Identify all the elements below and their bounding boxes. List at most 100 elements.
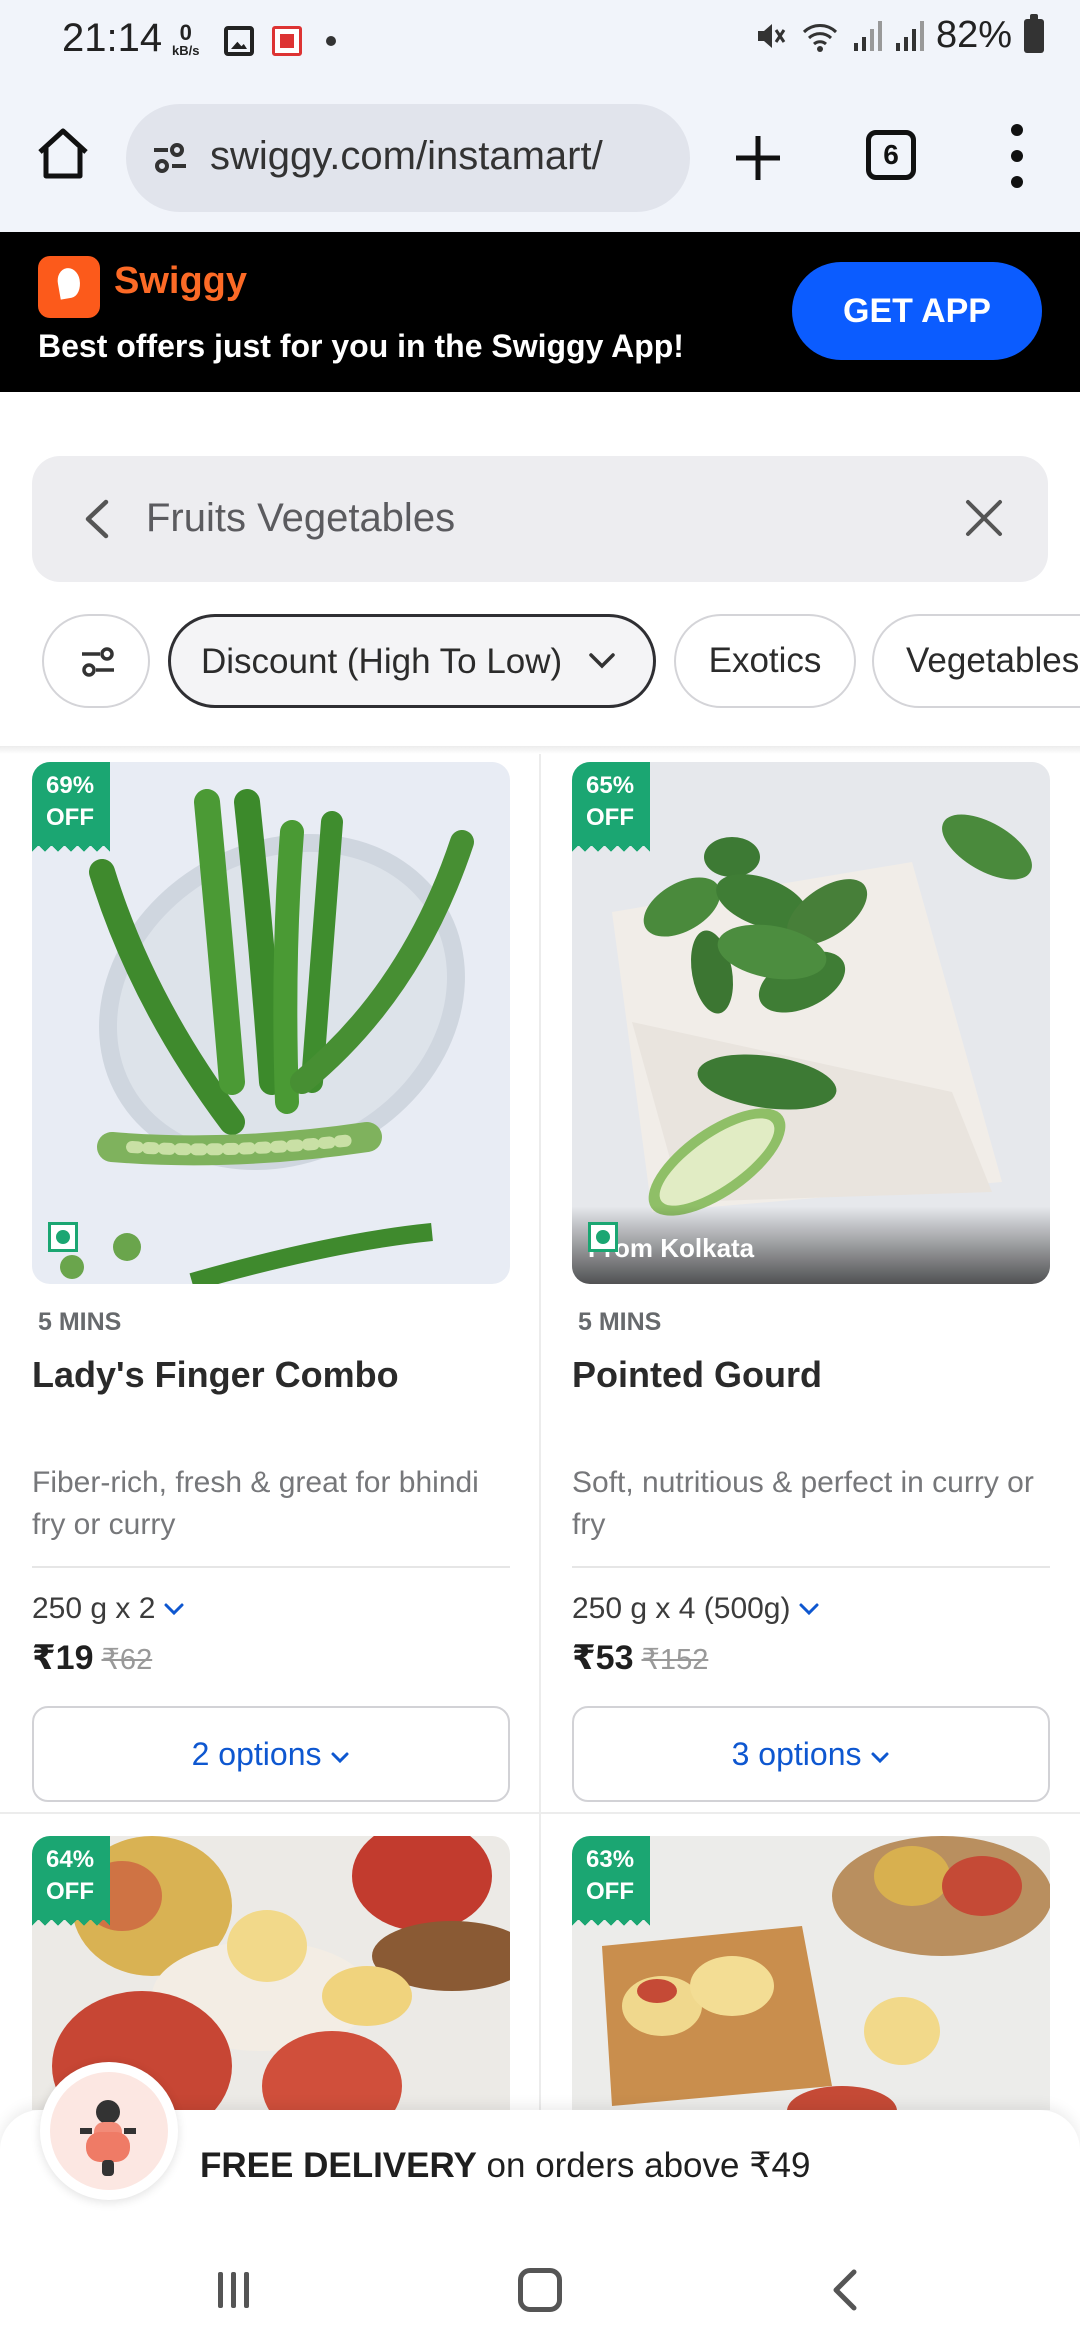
wifi-icon — [802, 23, 837, 52]
product-description: Soft, nutritious & perfect in curry or f… — [572, 1466, 1034, 1541]
discount-percent: 65% — [586, 772, 635, 799]
price-block: ₹53 ₹152 — [572, 1638, 708, 1678]
mute-icon — [757, 23, 786, 48]
discount-badge: 69% OFF — [32, 762, 110, 854]
swiggy-brand-name: Swiggy — [114, 260, 248, 302]
origin-overlay: From Kolkata — [572, 1206, 1050, 1284]
search-input[interactable]: Fruits Vegetables — [32, 456, 1048, 582]
status-right-group: 82% — [752, 13, 1044, 57]
discount-badge: 63% OFF — [572, 1836, 650, 1928]
home-icon[interactable] — [34, 124, 92, 182]
veg-indicator-icon — [588, 1222, 618, 1252]
sort-dropdown[interactable]: Discount (High To Low) — [168, 614, 656, 708]
scooter-icon — [80, 2100, 136, 2176]
product-description: Fiber-rich, fresh & great for bhindi fry… — [32, 1466, 479, 1541]
mrp-price: ₹152 — [641, 1644, 709, 1676]
chip-vegetables[interactable]: Vegetables — [872, 614, 1080, 708]
app-promo-banner: Swiggy Best offers just for you in the S… — [0, 232, 1080, 392]
new-tab-plus-icon[interactable] — [732, 132, 784, 184]
product-image[interactable]: 63% OFF — [572, 1836, 1050, 2110]
card-divider — [32, 1566, 510, 1568]
battery-percent: 82% — [935, 14, 1012, 56]
clear-search-icon[interactable] — [962, 496, 1006, 540]
discount-off-label: OFF — [586, 1878, 634, 1905]
quantity-label: 250 g x 4 (500g) — [572, 1592, 791, 1625]
free-delivery-message: FREE DELIVERY on orders above ₹49 — [200, 2146, 810, 2186]
search-query: Fruits Vegetables — [146, 496, 456, 540]
chevron-down-icon — [331, 1752, 349, 1764]
chevron-down-icon — [164, 1603, 184, 1616]
quantity-selector[interactable]: 250 g x 2 — [32, 1592, 185, 1626]
chevron-down-icon — [871, 1752, 889, 1764]
discount-percent: 64% — [46, 1846, 95, 1873]
selling-price: ₹53 — [572, 1639, 634, 1677]
promo-text: Best offers just for you in the Swiggy A… — [38, 328, 684, 364]
discount-percent: 63% — [586, 1846, 635, 1873]
quantity-selector[interactable]: 250 g x 4 (500g) — [572, 1592, 820, 1626]
get-app-button[interactable]: GET APP — [792, 262, 1042, 360]
free-delivery-bold: FREE DELIVERY — [200, 2146, 477, 2185]
quantity-label: 250 g x 2 — [32, 1592, 156, 1625]
recent-apps-icon[interactable] — [218, 2272, 258, 2308]
swiggy-logo-icon — [38, 256, 100, 318]
product-card[interactable]: 69% OFF 5 MINS Lady's Finger Combo Fiber… — [32, 762, 510, 1802]
browser-toolbar: swiggy.com/instamart/ 6 — [0, 84, 1080, 232]
options-label: 3 options — [731, 1736, 862, 1772]
system-navigation-bar — [0, 2220, 1080, 2340]
network-speed-unit: kB/s — [172, 43, 200, 58]
url-text: swiggy.com/instamart/ — [210, 134, 603, 178]
discount-badge: 65% OFF — [572, 762, 650, 854]
network-speed-value: 0 — [179, 20, 192, 45]
row-divider — [0, 1812, 1080, 1814]
options-button[interactable]: 3 options — [572, 1706, 1050, 1802]
veg-indicator-icon — [48, 1222, 78, 1252]
selling-price: ₹19 — [32, 1639, 94, 1677]
price-block: ₹19 ₹62 — [32, 1638, 152, 1678]
site-settings-icon[interactable] — [150, 138, 190, 178]
product-name[interactable]: Lady's Finger Combo — [32, 1354, 399, 1396]
free-delivery-bar: FREE DELIVERY on orders above ₹49 — [0, 2062, 1080, 2220]
status-time: 21:14 — [62, 16, 163, 60]
search-header: Fruits Vegetables Discount (High To Low)… — [0, 392, 1080, 752]
product-card[interactable]: 65% OFF From Kolkata 5 MINS Pointed Gour… — [572, 762, 1050, 1802]
filter-button[interactable] — [42, 614, 150, 708]
card-divider — [572, 1566, 1050, 1568]
product-card[interactable]: 63% OFF — [572, 1836, 1050, 2110]
options-button[interactable]: 2 options — [32, 1706, 510, 1802]
signal-icon-1 — [853, 20, 882, 51]
product-name[interactable]: Pointed Gourd — [572, 1354, 822, 1396]
sort-label: Discount (High To Low) — [201, 642, 563, 681]
battery-icon — [1024, 13, 1044, 53]
delivery-eta: 5 MINS — [578, 1308, 662, 1336]
browser-menu-icon[interactable] — [1006, 124, 1028, 192]
chevron-down-icon — [799, 1603, 819, 1616]
nav-home-icon[interactable] — [518, 2268, 562, 2312]
signal-icon-2 — [895, 20, 924, 51]
delivery-eta: 5 MINS — [38, 1308, 122, 1336]
back-chevron-icon[interactable] — [78, 496, 118, 542]
product-image[interactable]: 65% OFF From Kolkata — [572, 762, 1050, 1284]
nav-back-icon[interactable] — [826, 2268, 866, 2312]
mrp-price: ₹62 — [101, 1644, 153, 1676]
chip-exotics[interactable]: Exotics — [674, 614, 856, 708]
more-notifications-dot-icon — [326, 36, 336, 46]
scooter-badge — [40, 2062, 178, 2200]
tab-switcher-button[interactable]: 6 — [866, 130, 916, 180]
filter-chip-row: Discount (High To Low) Exotics Vegetable… — [0, 614, 1080, 710]
discount-percent: 69% — [46, 772, 95, 799]
address-bar[interactable]: swiggy.com/instamart/ — [126, 104, 690, 212]
discount-off-label: OFF — [46, 804, 94, 831]
free-delivery-condition: on orders above ₹49 — [476, 2146, 811, 2185]
filter-sliders-icon — [82, 647, 114, 677]
product-image[interactable]: 69% OFF — [32, 762, 510, 1284]
options-label: 2 options — [191, 1736, 322, 1772]
discount-badge: 64% OFF — [32, 1836, 110, 1928]
header-shadow — [0, 746, 1080, 754]
gallery-notification-icon — [224, 26, 254, 56]
app-notification-icon — [272, 26, 302, 56]
column-divider — [539, 754, 541, 2110]
status-bar: 21:14 0 kB/s 82% — [0, 0, 1080, 84]
discount-off-label: OFF — [586, 804, 634, 831]
chevron-down-icon — [589, 653, 615, 669]
discount-off-label: OFF — [46, 1878, 94, 1905]
